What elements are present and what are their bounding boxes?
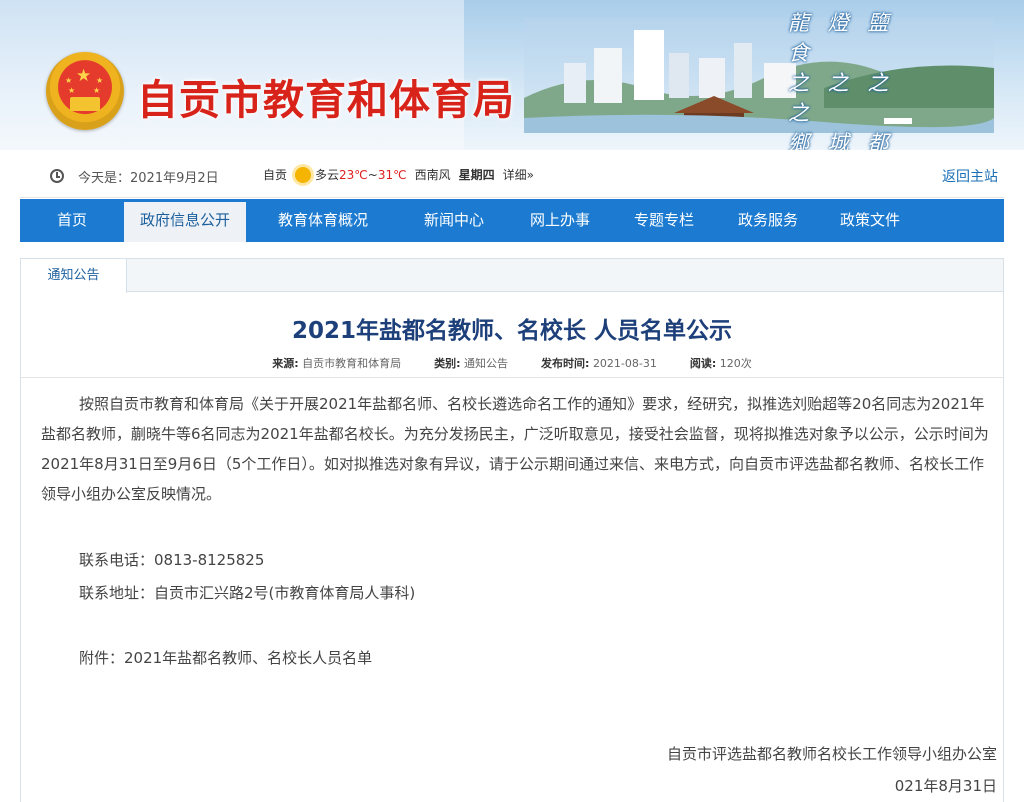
nav-item-topics[interactable]: 专题专栏 bbox=[612, 199, 716, 242]
site-title: 自贡市教育和体育局 bbox=[137, 76, 515, 124]
temp-high: 23℃ bbox=[339, 167, 368, 182]
today-date: 今天是：2021年9月2日 bbox=[78, 171, 219, 186]
national-emblem-icon: ★ ★ ★ ★ ★ bbox=[46, 52, 124, 130]
nav-item-overview[interactable]: 教育体育概况 bbox=[246, 199, 400, 242]
calligraphy-line: 之 之 之 之 bbox=[788, 71, 895, 125]
source-value: 自贡市教育和体育局 bbox=[302, 357, 402, 370]
contact-phone: 联系电话：0813-8125825 bbox=[79, 551, 265, 569]
weather-detail-link[interactable]: 详细» bbox=[503, 166, 534, 183]
city-skyline-image bbox=[524, 18, 994, 133]
main-nav: 首页 政府信息公开 教育体育概况 新闻中心 网上办事 专题专栏 政务服务 政策文… bbox=[20, 199, 1004, 242]
weather-widget: 自贡 多云 23℃ ~ 31℃ 西南风 星期四 详细» bbox=[263, 166, 542, 183]
weather-city: 自贡 bbox=[263, 168, 288, 182]
views-label: 阅读: bbox=[689, 357, 717, 370]
cloudy-weather-icon bbox=[295, 166, 312, 183]
tab-strip: 通知公告 bbox=[21, 259, 1003, 293]
source-label: 来源: bbox=[272, 357, 299, 370]
nav-item-online-service[interactable]: 网上办事 bbox=[508, 199, 612, 242]
category-value: 通知公告 bbox=[464, 357, 509, 370]
weekday: 星期四 bbox=[458, 168, 495, 182]
temp-separator: ~ bbox=[367, 167, 378, 182]
tab-notices[interactable]: 通知公告 bbox=[21, 259, 127, 293]
attachment-link[interactable]: 附件：2021年盐都名教师、名校长人员名单 bbox=[79, 647, 372, 668]
article-meta: 来源: 自贡市教育和体育局 类别: 通知公告 发布时间: 2021-08-31 … bbox=[21, 355, 1003, 378]
return-home-link[interactable]: 返回主站 bbox=[942, 166, 998, 186]
site-banner: ★★★★★ 自贡市教育和体育局 龍 燈 鹽 食 之 之 之 之 鄉 城 都 府 bbox=[0, 0, 1024, 150]
contact-address: 联系地址：自贡市汇兴路2号(市教育体育局人事科) bbox=[79, 584, 416, 602]
nav-item-gov-info[interactable]: 政府信息公开 bbox=[124, 199, 246, 242]
nav-item-home[interactable]: 首页 bbox=[20, 199, 124, 242]
article-body: 按照自贡市教育和体育局《关于开展2021年盐都名师、名校长遴选命名工作的通知》要… bbox=[41, 395, 989, 503]
category-label: 类别: bbox=[434, 357, 461, 370]
calligraphy-line: 龍 燈 鹽 食 bbox=[788, 11, 895, 65]
views-value: 120次 bbox=[719, 357, 752, 370]
temp-low: 31℃ bbox=[377, 167, 407, 182]
nav-item-news[interactable]: 新闻中心 bbox=[400, 199, 508, 242]
sign-date: 021年8月31日 bbox=[894, 777, 997, 795]
wind-direction: 西南风 bbox=[414, 168, 451, 182]
article-panel: 通知公告 2021年盐都名教师、名校长 人员名单公示 来源: 自贡市教育和体育局… bbox=[20, 258, 1004, 802]
calligraphy-motto: 龍 燈 鹽 食 之 之 之 之 鄉 城 都 府 bbox=[788, 8, 908, 150]
calligraphy-line: 鄉 城 都 府 bbox=[788, 131, 895, 150]
info-bar: 今天是：2021年9月2日 自贡 多云 23℃ ~ 31℃ 西南风 星期四 详细… bbox=[20, 155, 1004, 198]
weather-condition: 多云 bbox=[315, 168, 340, 182]
clock-icon bbox=[50, 169, 64, 183]
signature: 自贡市评选盐都名教师名校长工作领导小组办公室 bbox=[666, 745, 997, 763]
nav-item-policy[interactable]: 政策文件 bbox=[820, 199, 920, 242]
article-title: 2021年盐都名教师、名校长 人员名单公示 bbox=[291, 318, 733, 344]
date-value: 2021-08-31 bbox=[592, 357, 657, 370]
date-label: 发布时间: bbox=[541, 357, 590, 370]
nav-item-gov-service[interactable]: 政务服务 bbox=[716, 199, 820, 242]
